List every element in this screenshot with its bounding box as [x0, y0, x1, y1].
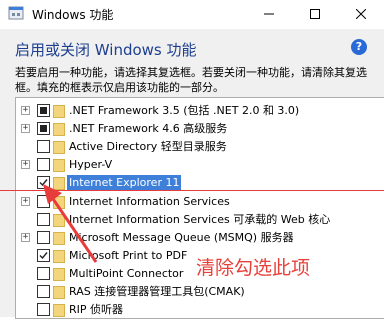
folder-icon: [53, 159, 65, 173]
instructions-text: 若要启用一种功能，请选择其复选框。若要关闭一种功能，请清除其复选框。填充的框表示…: [15, 66, 367, 94]
feature-row[interactable]: + Internet Information Services: [16, 193, 384, 211]
folder-icon: [53, 286, 65, 299]
folder-icon: [53, 105, 65, 118]
feature-label: Microsoft Print to PDF: [69, 248, 188, 262]
feature-row[interactable]: + .NET Framework 4.6 高级服务: [16, 120, 384, 138]
feature-label: Hyper-V: [69, 158, 113, 172]
close-button[interactable]: [338, 0, 384, 29]
annotation-text: 清除勾选此项: [196, 257, 311, 279]
feature-checkbox[interactable]: [37, 158, 50, 172]
expand-icon[interactable]: +: [21, 124, 30, 134]
help-icon[interactable]: ?: [351, 39, 367, 55]
feature-row[interactable]: RAS 连接管理器管理工具包(CMAK): [16, 283, 384, 301]
maximize-icon: [310, 9, 320, 19]
feature-checkbox[interactable]: [37, 140, 50, 154]
feature-label: Internet Explorer 11: [67, 175, 182, 192]
feature-label: RIP 侦听器: [69, 303, 124, 317]
feature-checkbox[interactable]: [37, 104, 50, 117]
folder-icon: [53, 304, 65, 318]
expand-icon[interactable]: +: [21, 106, 30, 115]
feature-label: .NET Framework 4.6 高级服务: [69, 122, 228, 136]
folder-icon: [53, 213, 65, 227]
folder-icon: [53, 249, 65, 263]
feature-row[interactable]: + .NET Framework 3.5 (包括 .NET 2.0 和 3.0): [16, 102, 384, 120]
annotation-line: [0, 190, 384, 191]
feature-row[interactable]: + Hyper-V: [16, 156, 384, 174]
feature-checkbox[interactable]: [37, 266, 50, 280]
folder-icon: [53, 267, 65, 281]
minimize-icon: [264, 13, 274, 15]
feature-checkbox[interactable]: [37, 248, 50, 262]
feature-checkbox[interactable]: [37, 230, 50, 244]
close-icon: [356, 9, 366, 19]
feature-label: Microsoft Message Queue (MSMQ) 服务器: [69, 230, 294, 244]
feature-label: .NET Framework 3.5 (包括 .NET 2.0 和 3.0): [69, 104, 300, 117]
window-title: Windows 功能: [32, 8, 114, 22]
folder-icon: [53, 195, 65, 209]
feature-checkbox[interactable]: [37, 285, 50, 298]
feature-row[interactable]: Internet Information Services 可承载的 Web 核…: [16, 211, 384, 229]
feature-checkbox[interactable]: [37, 194, 50, 208]
features-panel: 启用或关闭 Windows 功能 ? 若要启用一种功能，请选择其复选框。若要关闭…: [0, 29, 384, 319]
feature-row[interactable]: RIP 侦听器: [16, 301, 384, 318]
folder-icon: [53, 231, 65, 245]
expand-icon[interactable]: +: [21, 160, 30, 170]
page-title: 启用或关闭 Windows 功能: [15, 41, 197, 59]
feature-checkbox[interactable]: [37, 212, 50, 226]
features-tree[interactable]: + .NET Framework 3.5 (包括 .NET 2.0 和 3.0) +…: [15, 97, 384, 319]
feature-row[interactable]: Active Directory 轻型目录服务: [16, 138, 384, 156]
maximize-button[interactable]: [292, 0, 338, 29]
feature-checkbox[interactable]: [37, 122, 50, 136]
checkmark-icon: [39, 251, 48, 259]
title-bar: Windows 功能: [0, 0, 384, 29]
folder-icon: [53, 177, 65, 191]
feature-label: Internet Information Services 可承载的 Web 核…: [69, 212, 331, 226]
feature-label: MultiPoint Connector: [69, 266, 184, 280]
folder-icon: [53, 123, 65, 137]
feature-label: Active Directory 轻型目录服务: [69, 140, 227, 154]
folder-icon: [53, 141, 65, 155]
windows-features-icon: [8, 6, 24, 20]
feature-checkbox[interactable]: [37, 176, 50, 190]
minimize-button[interactable]: [246, 0, 292, 29]
checkmark-icon: [39, 179, 48, 187]
feature-row[interactable]: + Microsoft Message Queue (MSMQ) 服务器: [16, 229, 384, 247]
feature-label: RAS 连接管理器管理工具包(CMAK): [69, 285, 245, 298]
expand-icon[interactable]: +: [21, 232, 30, 242]
feature-checkbox[interactable]: [37, 303, 50, 317]
feature-label: Internet Information Services: [69, 194, 230, 208]
expand-icon[interactable]: +: [21, 196, 30, 206]
